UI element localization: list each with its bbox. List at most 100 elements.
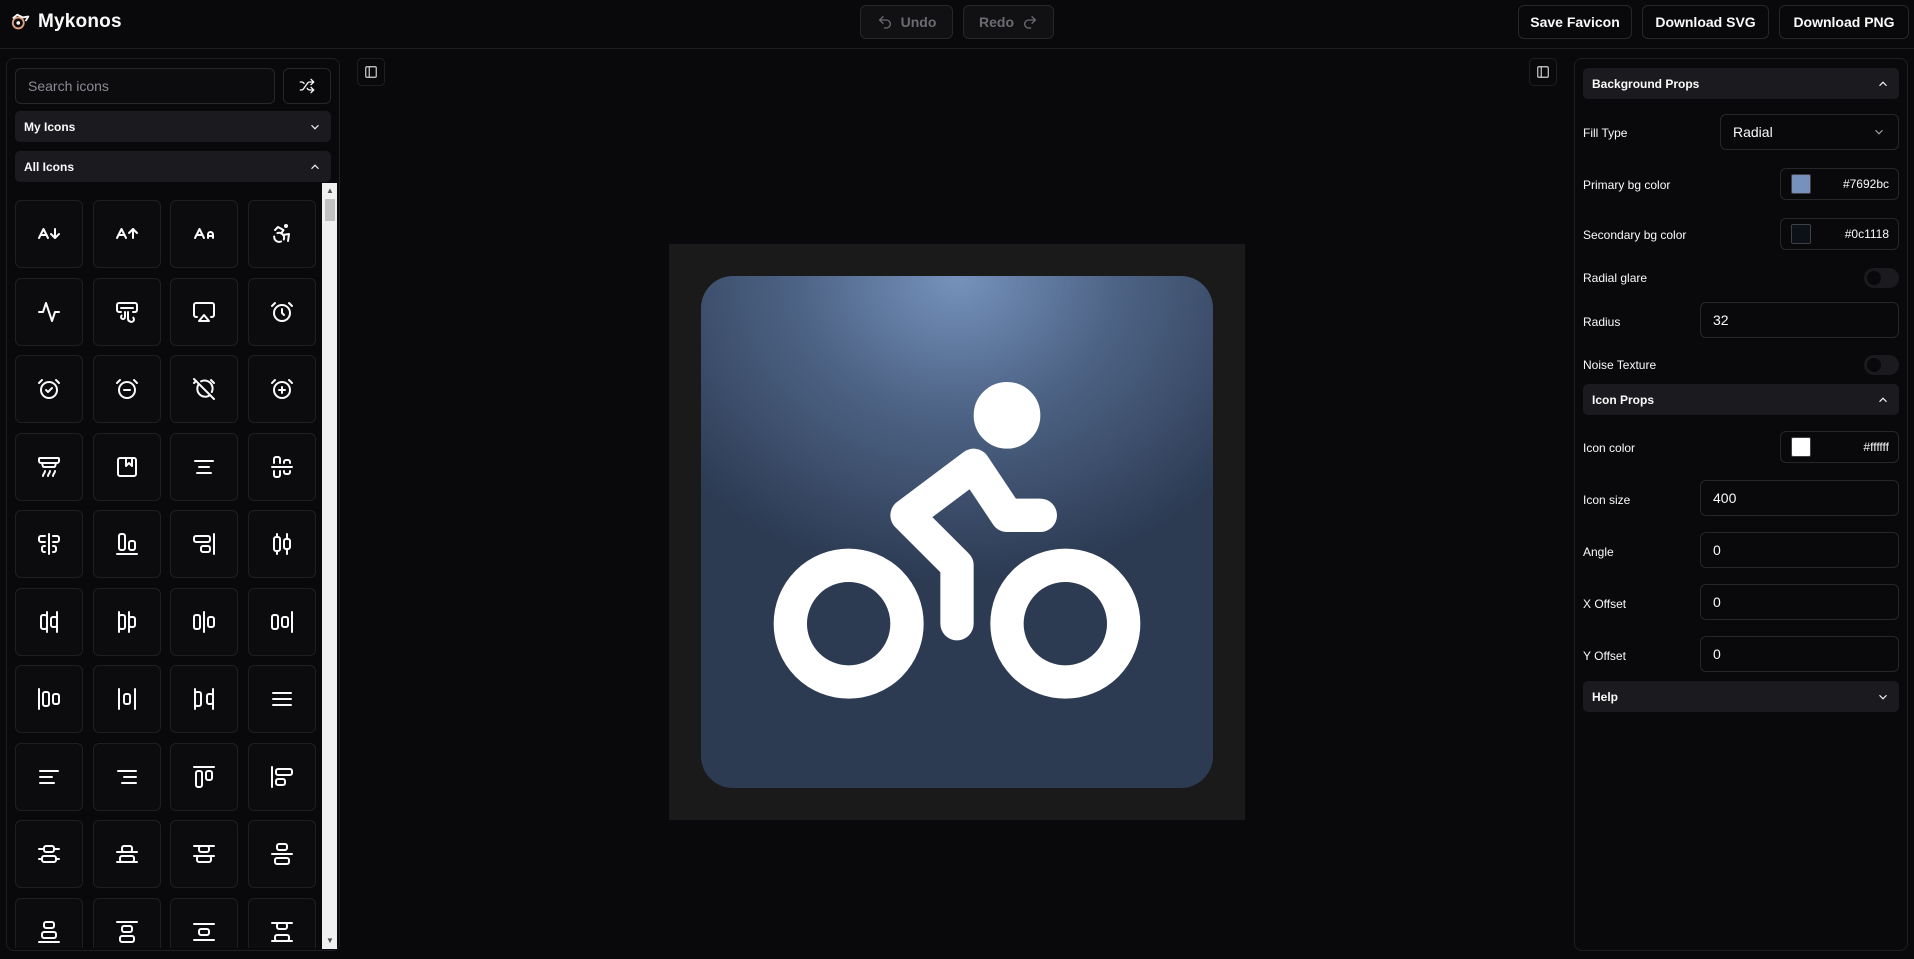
icon-size-input[interactable] — [1700, 480, 1899, 516]
angle-label: Angle — [1583, 545, 1614, 559]
icon-tile[interactable] — [92, 277, 161, 346]
radial-glare-toggle[interactable] — [1864, 268, 1899, 288]
icon-tile[interactable] — [247, 587, 316, 656]
app-name: Mykonos — [38, 11, 122, 32]
icon-tile[interactable] — [247, 355, 316, 423]
icon-tile[interactable] — [15, 665, 83, 733]
icon-grid-scrollbar[interactable] — [322, 183, 337, 949]
icon-tile[interactable] — [92, 510, 161, 578]
align-end-horizontal-icon — [115, 533, 138, 555]
icon-tile[interactable] — [92, 200, 161, 268]
icon-tile[interactable] — [170, 277, 238, 346]
radius-input[interactable] — [1700, 302, 1899, 338]
redo-icon — [1024, 16, 1037, 29]
icon-tile[interactable] — [92, 897, 161, 948]
download-svg-button[interactable]: Download SVG — [1642, 5, 1769, 39]
panel-left-icon — [365, 66, 377, 78]
icon-tile[interactable] — [15, 587, 83, 656]
chevron-up-icon — [311, 163, 319, 169]
align-vertical-justify-start-icon — [115, 920, 138, 943]
icon-tile[interactable] — [247, 200, 316, 268]
angle-input[interactable] — [1700, 532, 1899, 568]
icon-tile[interactable] — [247, 897, 316, 948]
icon-tile[interactable] — [170, 820, 238, 888]
icon-tile[interactable] — [15, 277, 83, 346]
icon-tile[interactable] — [170, 897, 238, 948]
fill-type-select[interactable]: Radial — [1720, 114, 1899, 150]
icon-tile[interactable] — [247, 820, 316, 888]
icon-tile[interactable] — [170, 510, 238, 578]
icon-tile[interactable] — [15, 897, 83, 948]
alarm-clock-icon — [270, 301, 293, 322]
icon-tile[interactable] — [92, 742, 161, 811]
chevron-up-icon — [1879, 80, 1887, 86]
undo-label: Undo — [900, 14, 937, 30]
primary-bg-color-picker[interactable]: #7692bc — [1780, 168, 1899, 200]
toggle-right-panel-button[interactable] — [1529, 58, 1557, 86]
top-bar: Mykonos Undo Redo Save Favicon Download … — [0, 0, 1914, 49]
icon-tile[interactable] — [170, 200, 238, 268]
scroll-up-arrow[interactable]: ▲ — [325, 186, 335, 196]
icon-tile[interactable] — [15, 510, 83, 578]
icon-tile[interactable] — [170, 665, 238, 733]
shuffle-button[interactable] — [283, 68, 331, 104]
icon-props-header[interactable]: Icon Props — [1583, 384, 1899, 415]
icon-tile[interactable] — [92, 432, 161, 501]
undo-button[interactable]: Undo — [860, 5, 953, 39]
help-label: Help — [1592, 689, 1619, 704]
redo-button[interactable]: Redo — [963, 5, 1054, 39]
primary-bg-color-label: Primary bg color — [1583, 178, 1671, 192]
chevron-up-icon — [1879, 396, 1887, 402]
align-vertical-distribute-center-icon — [38, 845, 60, 863]
secondary-bg-color-picker[interactable]: #0c1118 — [1780, 218, 1899, 250]
secondary-bg-swatch — [1791, 224, 1811, 244]
icon-tile[interactable] — [15, 820, 83, 888]
scroll-down-arrow[interactable]: ▼ — [325, 936, 335, 946]
icon-tile[interactable] — [247, 665, 316, 733]
icon-tile[interactable] — [170, 355, 238, 423]
align-vertical-space-around-icon — [193, 922, 215, 941]
align-vertical-justify-center-icon — [270, 843, 293, 865]
icon-color-value: #ffffff — [1863, 440, 1889, 454]
icon-tile[interactable] — [170, 742, 238, 811]
icon-background — [701, 276, 1213, 788]
align-horizontal-space-around-icon — [117, 688, 136, 710]
search-input[interactable] — [15, 68, 275, 104]
save-favicon-button[interactable]: Save Favicon — [1518, 5, 1632, 39]
icon-tile[interactable] — [15, 742, 83, 811]
icon-library-panel: My Icons All Icons ▲ ▼ — [6, 58, 340, 951]
chevron-down-icon — [1879, 694, 1887, 700]
icon-tile[interactable] — [92, 587, 161, 656]
secondary-bg-color-value: #0c1118 — [1844, 227, 1889, 241]
noise-texture-toggle[interactable] — [1864, 355, 1899, 375]
help-header[interactable]: Help — [1583, 681, 1899, 712]
icon-tile[interactable] — [247, 277, 316, 346]
icon-tile[interactable] — [170, 432, 238, 501]
toggle-left-panel-button[interactable] — [357, 58, 385, 86]
x-offset-input[interactable] — [1700, 584, 1899, 620]
alarm-smoke-icon — [38, 456, 60, 477]
icon-tile[interactable] — [170, 587, 238, 656]
icon-tile[interactable] — [92, 820, 161, 888]
scrollbar-thumb[interactable] — [325, 199, 335, 221]
background-props-header[interactable]: Background Props — [1583, 68, 1899, 99]
align-horizontal-justify-end-icon — [270, 610, 293, 633]
icon-tile[interactable] — [15, 432, 83, 501]
chevron-down-icon — [1875, 129, 1883, 135]
app-logo[interactable]: Mykonos — [10, 11, 122, 33]
icon-tile[interactable] — [92, 665, 161, 733]
y-offset-input[interactable] — [1700, 636, 1899, 672]
icon-tile[interactable] — [15, 200, 83, 268]
my-icons-label: My Icons — [24, 119, 76, 134]
align-horizontal-distribute-start-icon — [117, 610, 136, 633]
all-icons-accordion[interactable]: All Icons — [15, 151, 331, 182]
icon-tile[interactable] — [247, 742, 316, 811]
icon-tile[interactable] — [247, 510, 316, 578]
icon-tile[interactable] — [247, 432, 316, 501]
download-png-button[interactable]: Download PNG — [1779, 5, 1909, 39]
align-start-vertical-icon — [270, 765, 293, 788]
my-icons-accordion[interactable]: My Icons — [15, 111, 331, 142]
icon-color-picker[interactable]: #ffffff — [1780, 431, 1899, 463]
icon-tile[interactable] — [15, 355, 83, 423]
icon-tile[interactable] — [92, 355, 161, 423]
